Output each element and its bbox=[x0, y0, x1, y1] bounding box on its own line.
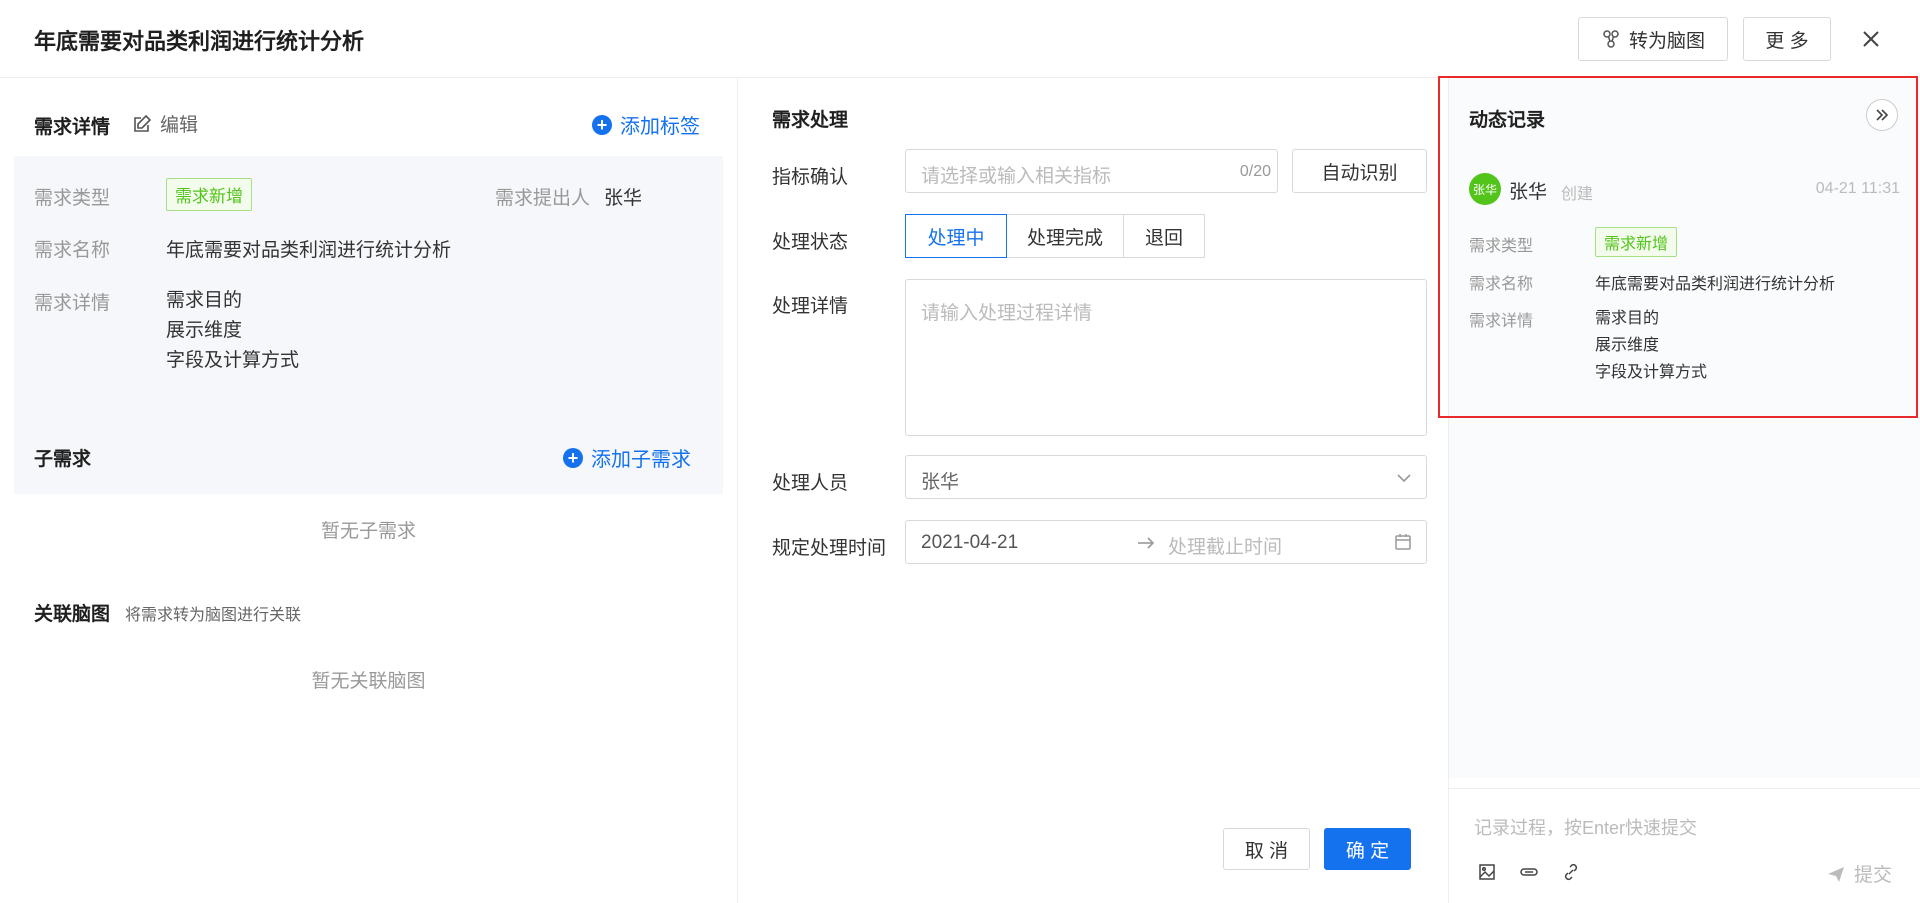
calendar-icon bbox=[1394, 533, 1412, 551]
arrow-right-icon bbox=[1136, 533, 1156, 553]
highlight-box bbox=[1438, 76, 1918, 418]
proposer-value: 张华 bbox=[604, 188, 643, 209]
person-value: 张华 bbox=[921, 472, 960, 493]
metric-count: 0/20 bbox=[1239, 163, 1271, 180]
time-start[interactable]: 2021-04-21 bbox=[921, 532, 1018, 554]
status-segment: 处理中 处理完成 退回 bbox=[905, 214, 1205, 258]
send-icon bbox=[1826, 864, 1846, 884]
process-title: 需求处理 bbox=[772, 110, 849, 131]
close-icon bbox=[1862, 30, 1880, 48]
edit-button[interactable]: 编辑 bbox=[132, 110, 198, 137]
mindmap-empty: 暂无关联脑图 bbox=[311, 671, 426, 692]
add-sub-label: 添加子需求 bbox=[591, 449, 691, 471]
record-toolbar bbox=[1477, 862, 1581, 882]
detail-placeholder: 请输入处理过程详情 bbox=[921, 303, 1093, 324]
divider bbox=[1449, 788, 1920, 789]
dialog-title: 年底需要对品类利润进行统计分析 bbox=[34, 29, 365, 54]
sub-title: 子需求 bbox=[34, 449, 92, 470]
add-sub-button[interactable]: + 添加子需求 bbox=[563, 443, 691, 472]
edit-icon bbox=[132, 114, 152, 134]
mindmap-icon bbox=[1601, 29, 1621, 49]
plus-circle-icon: + bbox=[592, 114, 612, 135]
time-label: 规定处理时间 bbox=[772, 538, 887, 559]
more-label: 更 多 bbox=[1765, 30, 1809, 52]
proposer-label: 需求提出人 bbox=[495, 188, 591, 209]
image-icon[interactable] bbox=[1477, 862, 1497, 882]
attachment-icon[interactable] bbox=[1519, 862, 1539, 882]
add-tag-label: 添加标签 bbox=[620, 116, 700, 138]
record-input[interactable]: 记录过程，按Enter快速提交 bbox=[1474, 814, 1697, 840]
mindmap-title: 关联脑图 bbox=[34, 604, 111, 625]
detail-line: 需求目的 bbox=[166, 290, 243, 311]
detail-line: 字段及计算方式 bbox=[166, 350, 300, 371]
convert-mindmap-label: 转为脑图 bbox=[1628, 30, 1705, 52]
status-option-done[interactable]: 处理完成 bbox=[1006, 214, 1124, 258]
close-button[interactable] bbox=[1856, 24, 1886, 54]
status-option-processing[interactable]: 处理中 bbox=[905, 214, 1007, 258]
mindmap-hint: 将需求转为脑图进行关联 bbox=[125, 607, 302, 624]
metric-input[interactable]: 请选择或输入相关指标 0/20 bbox=[905, 149, 1278, 193]
plus-circle-icon: + bbox=[563, 447, 583, 468]
submit-label: 提交 bbox=[1853, 865, 1892, 886]
metric-label: 指标确认 bbox=[772, 167, 849, 188]
convert-mindmap-button[interactable]: 转为脑图 bbox=[1578, 17, 1728, 61]
chevron-down-icon bbox=[1396, 470, 1412, 486]
add-tag-button[interactable]: + 添加标签 bbox=[592, 110, 700, 139]
status-label: 处理状态 bbox=[772, 232, 849, 253]
details-title: 需求详情 bbox=[34, 117, 111, 138]
status-option-return[interactable]: 退回 bbox=[1123, 214, 1205, 258]
cancel-label: 取 消 bbox=[1244, 840, 1289, 862]
time-end-placeholder[interactable]: 处理截止时间 bbox=[1168, 532, 1282, 559]
metric-placeholder: 请选择或输入相关指标 bbox=[921, 166, 1112, 187]
edit-label: 编辑 bbox=[160, 115, 199, 136]
name-value: 年底需要对品类利润进行统计分析 bbox=[166, 240, 452, 261]
process-panel: 需求处理 指标确认 请选择或输入相关指标 0/20 自动识别 处理状态 处理中 … bbox=[737, 78, 1448, 903]
person-label: 处理人员 bbox=[772, 473, 849, 494]
person-select[interactable]: 张华 bbox=[905, 455, 1427, 499]
link-icon[interactable] bbox=[1561, 862, 1581, 882]
confirm-button[interactable]: 确 定 bbox=[1324, 828, 1411, 870]
dialog-header: 年底需要对品类利润进行统计分析 转为脑图 更 多 bbox=[0, 0, 1920, 78]
detail-label: 处理详情 bbox=[772, 296, 849, 317]
confirm-label: 确 定 bbox=[1345, 840, 1390, 862]
auto-identify-label: 自动识别 bbox=[1321, 162, 1398, 184]
cancel-button[interactable]: 取 消 bbox=[1223, 828, 1310, 870]
requirement-panel: 需求详情 编辑 + 添加标签 需求类型 需求新增 需求提出人 张华 需求名称 年… bbox=[0, 78, 737, 903]
type-tag: 需求新增 bbox=[166, 178, 252, 211]
time-range-picker[interactable]: 2021-04-21 处理截止时间 bbox=[905, 520, 1427, 564]
more-button[interactable]: 更 多 bbox=[1743, 17, 1831, 61]
detail-lines: 需求目的 展示维度 字段及计算方式 bbox=[166, 286, 299, 376]
name-label: 需求名称 bbox=[34, 240, 111, 261]
submit-button[interactable]: 提交 bbox=[1826, 860, 1892, 887]
auto-identify-button[interactable]: 自动识别 bbox=[1292, 149, 1427, 193]
detail-line: 展示维度 bbox=[166, 320, 243, 341]
sub-empty: 暂无子需求 bbox=[320, 521, 416, 542]
detail-label: 需求详情 bbox=[34, 293, 111, 314]
detail-textarea[interactable]: 请输入处理过程详情 bbox=[905, 279, 1427, 436]
type-label: 需求类型 bbox=[34, 188, 111, 209]
